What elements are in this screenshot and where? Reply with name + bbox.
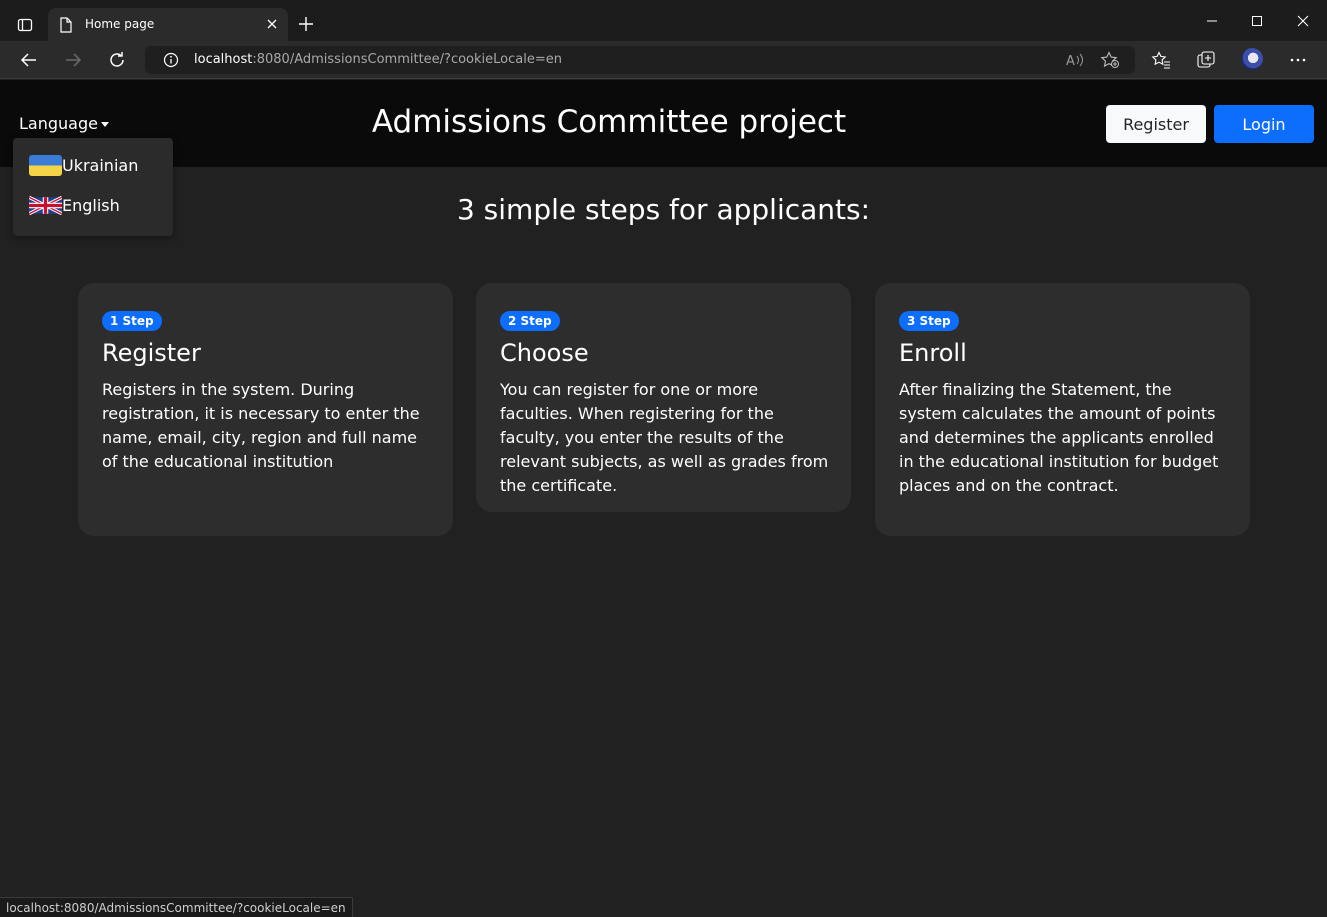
uk-flag-icon <box>29 195 62 216</box>
step-title: Enroll <box>899 339 967 367</box>
new-tab-icon[interactable] <box>296 14 316 34</box>
page-icon <box>59 17 73 37</box>
collections-icon[interactable] <box>1196 50 1216 70</box>
site-brand-title: Admissions Committee project <box>371 104 847 140</box>
svg-text:A: A <box>1066 54 1075 69</box>
step-description: After finalizing the Statement, the syst… <box>899 380 1219 495</box>
language-option-english[interactable]: English <box>29 193 120 217</box>
browser-tab-bar: Home page <box>0 0 1327 41</box>
tab-actions-icon[interactable] <box>12 13 38 37</box>
language-option-label: Ukrainian <box>62 155 139 175</box>
close-window-icon[interactable] <box>1289 10 1317 32</box>
tab-title: Home page <box>85 17 155 31</box>
step-badge: 1 Step <box>102 311 162 331</box>
step-badge: 3 Step <box>899 311 959 331</box>
forward-icon[interactable] <box>61 48 85 72</box>
login-button[interactable]: Login <box>1214 105 1314 143</box>
address-bar[interactable]: localhost:8080/AdmissionsCommittee/?cook… <box>145 46 1135 74</box>
browser-tab[interactable]: Home page <box>48 8 288 41</box>
step-card-choose: 2 Step Choose You can register for one o… <box>476 283 851 512</box>
language-option-label: English <box>62 195 120 215</box>
language-option-ukrainian[interactable]: Ukrainian <box>29 153 138 177</box>
more-options-icon[interactable] <box>1288 50 1308 70</box>
maximize-icon[interactable] <box>1243 10 1271 32</box>
read-aloud-icon[interactable]: A <box>1065 51 1085 69</box>
step-title: Register <box>102 339 201 367</box>
step-description: Registers in the system. During registra… <box>102 380 420 471</box>
step-description: You can register for one or more faculti… <box>500 380 829 495</box>
favorites-icon[interactable] <box>1151 50 1171 70</box>
browser-toolbar: localhost:8080/AdmissionsCommittee/?cook… <box>0 41 1327 79</box>
ukraine-flag-icon <box>29 154 62 176</box>
step-badge: 2 Step <box>500 311 560 331</box>
refresh-icon[interactable] <box>105 48 129 72</box>
register-button[interactable]: Register <box>1106 105 1206 143</box>
url-text[interactable]: localhost:8080/AdmissionsCommittee/?cook… <box>194 52 562 67</box>
profile-avatar[interactable] <box>1241 48 1263 70</box>
add-favorite-icon[interactable] <box>1100 51 1120 69</box>
step-card-register: 1 Step Register Registers in the system.… <box>78 283 453 536</box>
site-navbar: Language Admissions Committee project Re… <box>0 80 1327 167</box>
language-dropdown-menu: Ukrainian English <box>13 138 173 236</box>
step-card-enroll: 3 Step Enroll After finalizing the State… <box>875 283 1250 536</box>
step-title: Choose <box>500 339 589 367</box>
close-tab-icon[interactable] <box>264 16 280 32</box>
site-info-icon[interactable] <box>163 52 179 72</box>
minimize-icon[interactable] <box>1198 10 1226 32</box>
back-icon[interactable] <box>17 48 41 72</box>
page-content: Language Admissions Committee project Re… <box>0 80 1327 917</box>
status-bar-url: localhost:8080/AdmissionsCommittee/?cook… <box>0 897 353 917</box>
steps-heading: 3 simple steps for applicants: <box>456 193 871 226</box>
